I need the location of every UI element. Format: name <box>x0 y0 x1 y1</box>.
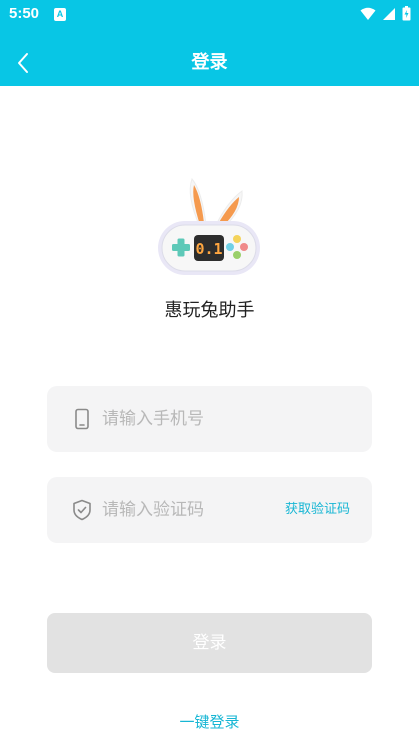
battery-icon <box>402 6 411 21</box>
phone-field[interactable] <box>47 386 372 452</box>
logo-screen-text: 0.1 <box>195 240 222 258</box>
phone-input[interactable] <box>102 386 357 452</box>
notification-badge: A <box>54 8 66 21</box>
one-key-login-link[interactable]: 一键登录 <box>0 711 419 732</box>
app-logo: 0.1 <box>158 178 260 275</box>
page-title: 登录 <box>191 52 228 73</box>
code-input[interactable] <box>102 477 267 543</box>
shield-icon <box>73 499 91 521</box>
status-bar: 5:50 A <box>0 0 419 30</box>
signal-icon <box>383 7 395 20</box>
status-icons <box>360 6 411 21</box>
wifi-icon <box>360 7 376 20</box>
status-time: 5:50 <box>9 5 40 22</box>
phone-icon <box>75 408 89 430</box>
get-code-button[interactable]: 获取验证码 <box>285 477 350 543</box>
app-name: 惠玩兔助手 <box>164 300 255 321</box>
app-header: 5:50 A 登录 <box>0 0 419 86</box>
code-field[interactable]: 获取验证码 <box>47 477 372 543</box>
login-button[interactable]: 登录 <box>47 613 372 673</box>
